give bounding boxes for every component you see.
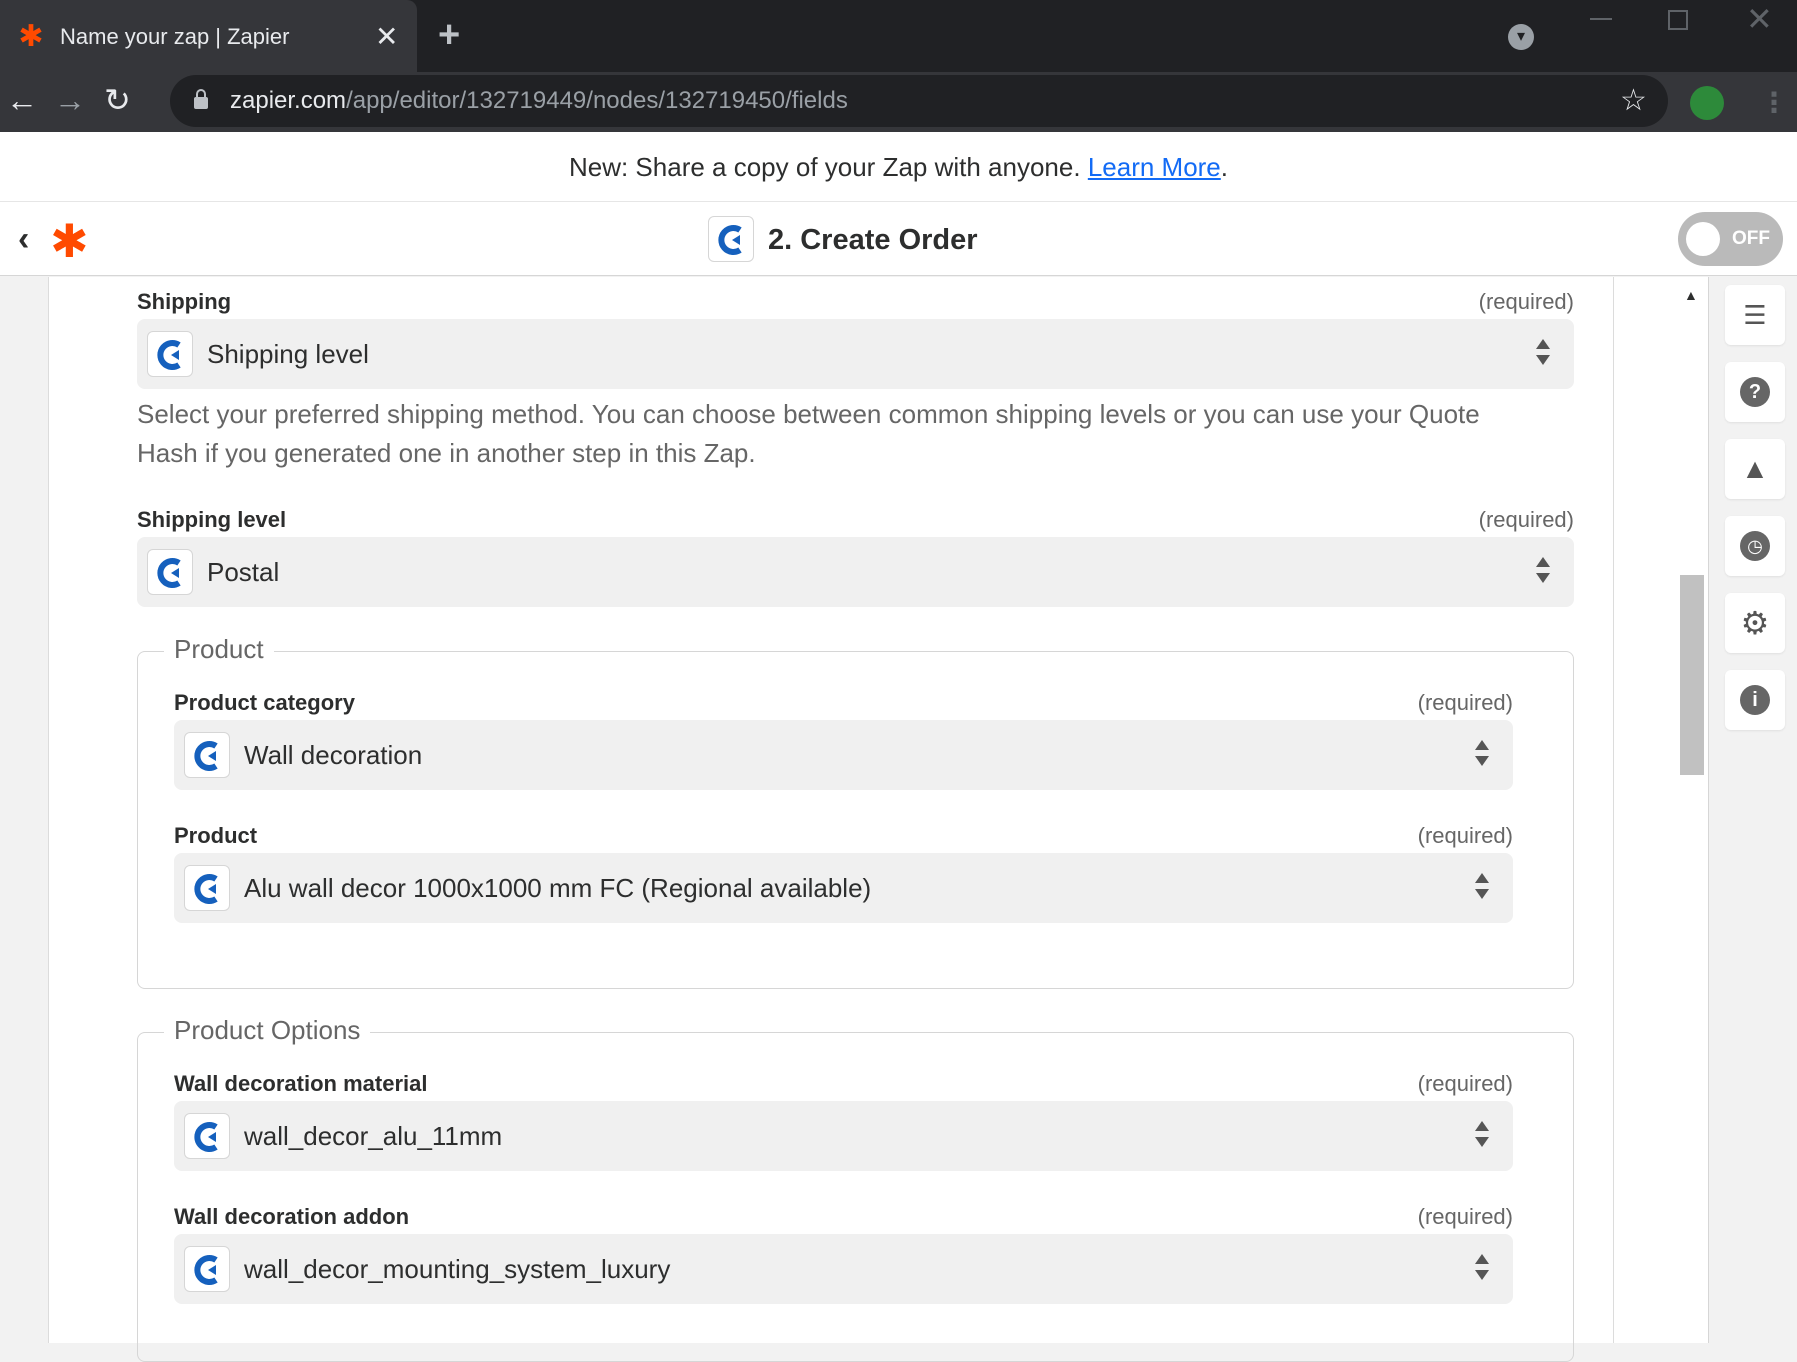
outline-icon: ☰ <box>1743 300 1767 330</box>
help-icon: ? <box>1740 377 1770 407</box>
lock-icon[interactable] <box>194 89 208 109</box>
capi-logo-icon <box>147 549 193 595</box>
history-icon: ◷ <box>1740 531 1770 561</box>
tab-title: Name your zap | Zapier <box>60 24 290 49</box>
bookmark-star-icon[interactable]: ☆ <box>1620 83 1647 118</box>
product-select[interactable]: Alu wall decor 1000x1000 mm FC (Regional… <box>174 853 1513 923</box>
select-arrows-icon <box>1536 339 1550 369</box>
material-label: Wall decoration material <box>174 1071 428 1096</box>
product-required: (required) <box>1417 823 1513 848</box>
addon-label: Wall decoration addon <box>174 1204 410 1229</box>
outline-button[interactable]: ☰ <box>1725 285 1785 345</box>
warning-button[interactable]: ▲ <box>1725 439 1785 499</box>
settings-icon: ⚙ <box>1740 605 1770 641</box>
settings-button[interactable]: ⚙ <box>1725 593 1785 653</box>
capi-logo-icon <box>147 331 193 377</box>
help-button[interactable]: ? <box>1725 362 1785 422</box>
product-label: Product <box>174 823 258 848</box>
extension-icon[interactable] <box>1690 86 1724 120</box>
select-arrows-icon <box>1475 1121 1489 1151</box>
select-arrows-icon <box>1475 740 1489 770</box>
shipping-value: Shipping level <box>207 339 369 369</box>
addon-select[interactable]: wall_decor_mounting_system_luxury <box>174 1234 1513 1304</box>
side-rail: ☰ ? ▲ ◷ ⚙ i <box>1708 277 1797 1343</box>
banner-text: New: Share a copy of your Zap with anyon… <box>568 152 1088 182</box>
history-button[interactable]: ◷ <box>1725 516 1785 576</box>
window-close-icon[interactable]: ✕ <box>1746 0 1773 38</box>
window-maximize-icon[interactable] <box>1668 10 1688 30</box>
address-bar[interactable]: zapier.com/app/editor/132719449/nodes/13… <box>170 75 1668 127</box>
info-icon: i <box>1740 685 1770 715</box>
product-fieldset: Product Product category (required) Wall… <box>137 634 1574 989</box>
shipping-level-required: (required) <box>1478 507 1574 532</box>
editor-main: Shipping (required) Shipping level Selec… <box>0 277 1797 1362</box>
scroll-up-icon[interactable]: ▲ <box>1684 287 1698 303</box>
select-arrows-icon <box>1475 873 1489 903</box>
browser-tab[interactable]: ✱ Name your zap | Zapier ✕ <box>0 0 417 72</box>
toggle-label: OFF <box>1732 228 1770 249</box>
select-arrows-icon <box>1475 1254 1489 1284</box>
tab-search-icon[interactable]: ▾ <box>1508 24 1534 50</box>
product-category-value: Wall decoration <box>244 740 423 770</box>
fields-panel: Shipping (required) Shipping level Selec… <box>48 277 1614 1362</box>
addon-value: wall_decor_mounting_system_luxury <box>244 1254 671 1284</box>
shipping-level-value: Postal <box>207 557 280 587</box>
zap-on-off-toggle[interactable]: OFF <box>1678 212 1783 266</box>
product-category-select[interactable]: Wall decoration <box>174 720 1513 790</box>
warning-icon: ▲ <box>1741 453 1769 484</box>
browser-toolbar: ← → ↻ zapier.com/app/editor/132719449/no… <box>0 72 1797 132</box>
learn-more-link[interactable]: Learn More <box>1088 152 1221 182</box>
window-minimize-icon[interactable] <box>1590 10 1612 20</box>
shipping-level-label: Shipping level <box>137 507 287 532</box>
product-value: Alu wall decor 1000x1000 mm FC (Regional… <box>244 873 872 903</box>
forward-icon[interactable]: → <box>54 82 86 118</box>
product-category-label: Product category <box>174 690 355 715</box>
addon-required: (required) <box>1417 1204 1513 1229</box>
reload-icon[interactable]: ↻ <box>104 82 131 118</box>
banner-suffix: . <box>1220 152 1229 182</box>
url-text: zapier.com/app/editor/132719449/nodes/13… <box>230 87 848 114</box>
shipping-required: (required) <box>1478 289 1574 314</box>
browser-tab-strip: ✱ Name your zap | Zapier ✕ + ▾ ✕ <box>0 0 1797 72</box>
shipping-select[interactable]: Shipping level <box>137 319 1574 389</box>
toggle-knob <box>1686 222 1720 256</box>
shipping-label: Shipping <box>137 289 232 314</box>
step-title-text: 2. Create Order <box>768 224 978 256</box>
product-options-fieldset: Product Options Wall decoration material… <box>137 1015 1574 1362</box>
zapier-logo-icon[interactable]: ✱ <box>50 218 89 264</box>
back-chevron-icon[interactable]: ‹ <box>18 220 29 259</box>
product-options-legend: Product Options <box>164 1015 371 1046</box>
shipping-help-text: Select your preferred shipping method. Y… <box>137 399 1480 468</box>
capi-logo-icon <box>184 1246 230 1292</box>
scrollbar[interactable] <box>1614 277 1708 1343</box>
capi-logo-icon <box>184 865 230 911</box>
scroll-thumb[interactable] <box>1680 575 1704 775</box>
tab-close-icon[interactable]: ✕ <box>375 20 398 53</box>
announcement-banner: New: Share a copy of your Zap with anyon… <box>0 132 1797 202</box>
select-arrows-icon <box>1536 557 1550 587</box>
product-category-required: (required) <box>1417 690 1513 715</box>
browser-menu-icon[interactable]: ⋮ <box>1760 86 1788 119</box>
product-legend: Product <box>164 634 274 665</box>
zapier-favicon-icon: ✱ <box>18 20 44 53</box>
material-select[interactable]: wall_decor_alu_11mm <box>174 1101 1513 1171</box>
info-button[interactable]: i <box>1725 670 1785 730</box>
capi-logo-icon <box>184 1113 230 1159</box>
new-tab-icon[interactable]: + <box>438 14 460 57</box>
editor-header: ‹ ✱ 2. Create Order OFF <box>0 202 1797 276</box>
capi-logo-icon <box>184 732 230 778</box>
shipping-level-select[interactable]: Postal <box>137 537 1574 607</box>
app-logo-icon <box>708 216 754 262</box>
material-required: (required) <box>1417 1071 1513 1096</box>
material-value: wall_decor_alu_11mm <box>244 1121 503 1151</box>
back-icon[interactable]: ← <box>6 82 38 118</box>
